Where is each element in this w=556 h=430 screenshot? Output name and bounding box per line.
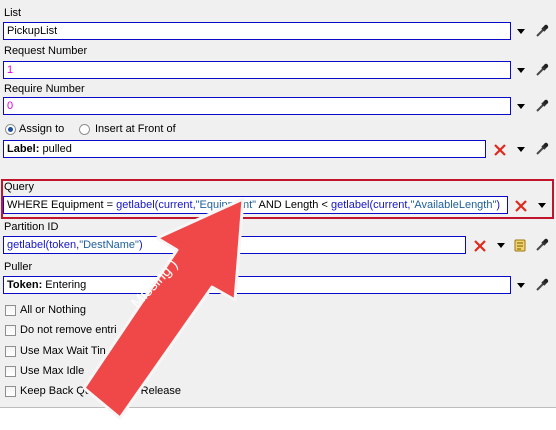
query-text-1: WHERE Equipment = bbox=[7, 199, 117, 211]
query-label: Query bbox=[4, 181, 34, 193]
query-str-2: "AvailableLength" bbox=[410, 199, 497, 211]
puller-field[interactable]: Token: Entering bbox=[3, 276, 511, 294]
assign-value-text: pulled bbox=[39, 143, 72, 155]
query-args-2: (current, bbox=[369, 199, 411, 211]
require-number-label: Require Number bbox=[4, 83, 85, 95]
puller-label: Puller bbox=[4, 261, 33, 273]
assign-dropdown-icon[interactable] bbox=[517, 147, 525, 152]
assign-to-label: Assign to bbox=[19, 123, 65, 135]
query-fn-2: getlabel bbox=[330, 199, 370, 211]
partition-args: (token, bbox=[45, 239, 80, 251]
clear-icon[interactable] bbox=[494, 144, 506, 156]
partition-dropdown-icon[interactable] bbox=[497, 243, 505, 248]
partition-str: "DestName" bbox=[79, 239, 139, 251]
properties-panel: List PickupList Request Number 1 Require… bbox=[0, 0, 556, 408]
request-number-field[interactable]: 1 bbox=[3, 61, 511, 79]
request-number-label: Request Number bbox=[4, 45, 88, 57]
assign-value-key: Label: bbox=[7, 143, 40, 155]
use-max-wait-label: Use Max Wait Tin bbox=[20, 345, 106, 357]
query-fn-1: getlabel bbox=[116, 199, 155, 211]
script-edit-icon[interactable] bbox=[513, 238, 527, 252]
query-close-paren: ) bbox=[496, 199, 501, 211]
assign-field[interactable]: Label: pulled bbox=[3, 140, 486, 158]
all-or-nothing-checkbox[interactable] bbox=[5, 305, 16, 316]
do-not-remove-label: Do not remove entri bbox=[20, 324, 117, 336]
use-max-idle-checkbox[interactable] bbox=[5, 366, 16, 377]
query-str-1: "Equipment" bbox=[195, 199, 257, 211]
query-field[interactable]: WHERE Equipment = getlabel(current,"Equi… bbox=[3, 196, 508, 214]
puller-value-key: Token: bbox=[7, 279, 43, 291]
all-or-nothing-label: All or Nothing bbox=[20, 304, 87, 316]
partition-id-field[interactable]: getlabel(token,"DestName") bbox=[3, 236, 466, 254]
insert-at-front-radio[interactable] bbox=[79, 124, 90, 135]
partition-fn: getlabel bbox=[7, 239, 46, 251]
eyedropper-icon[interactable] bbox=[535, 63, 549, 77]
require-number-value: 0 bbox=[7, 100, 14, 112]
partition-id-label: Partition ID bbox=[4, 221, 59, 233]
request-number-dropdown-icon[interactable] bbox=[517, 68, 525, 73]
list-label: List bbox=[4, 7, 22, 19]
keep-back-queue-checkbox[interactable] bbox=[5, 386, 16, 397]
puller-value-text: Entering bbox=[42, 279, 87, 291]
eyedropper-icon[interactable] bbox=[535, 99, 549, 113]
require-number-dropdown-icon[interactable] bbox=[517, 104, 525, 109]
assign-to-radio[interactable] bbox=[5, 124, 16, 135]
keep-back-queue-label: Keep Back Queue bbox=[20, 385, 110, 397]
query-text-2: AND Length < bbox=[256, 199, 331, 211]
list-dropdown-icon[interactable] bbox=[517, 29, 525, 34]
use-max-idle-label: Use Max Idle bbox=[20, 365, 85, 377]
query-dropdown-icon[interactable] bbox=[538, 203, 546, 208]
use-max-wait-checkbox[interactable] bbox=[5, 346, 16, 357]
clear-icon[interactable] bbox=[474, 240, 486, 252]
clear-icon[interactable] bbox=[515, 200, 527, 212]
require-number-field[interactable]: 0 bbox=[3, 97, 511, 115]
eyedropper-icon[interactable] bbox=[535, 24, 549, 38]
early-release-label: rly Release bbox=[126, 385, 182, 397]
eyedropper-icon[interactable] bbox=[535, 278, 549, 292]
do-not-remove-checkbox[interactable] bbox=[5, 325, 16, 336]
insert-at-front-label: Insert at Front of bbox=[95, 123, 176, 135]
eyedropper-icon[interactable] bbox=[535, 142, 549, 156]
list-value: PickupList bbox=[7, 25, 58, 37]
eyedropper-icon[interactable] bbox=[535, 238, 549, 252]
query-args-1: (current, bbox=[154, 199, 196, 211]
request-number-value: 1 bbox=[7, 64, 14, 76]
puller-dropdown-icon[interactable] bbox=[517, 283, 525, 288]
partition-close-paren: ) bbox=[138, 239, 143, 251]
list-field[interactable]: PickupList bbox=[3, 22, 511, 40]
